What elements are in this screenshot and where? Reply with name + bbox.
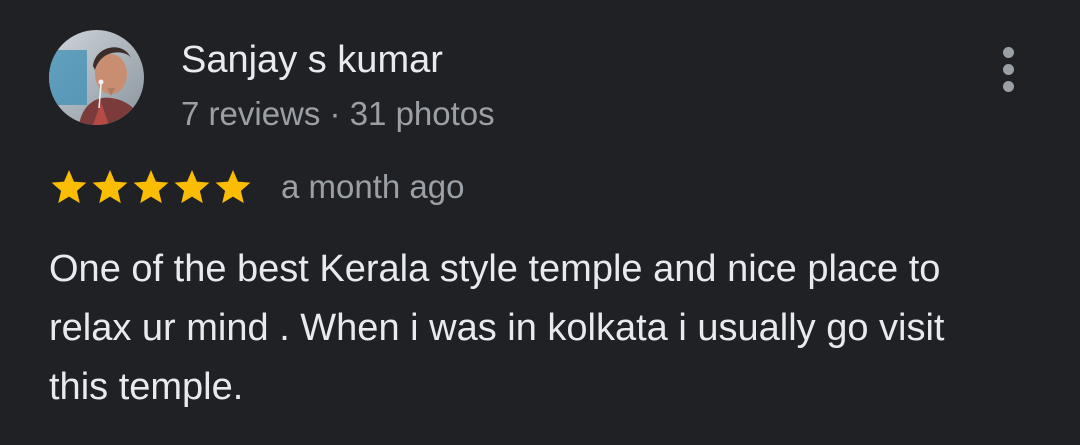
author-review-count[interactable]: 7 reviews · 31 photos bbox=[181, 94, 495, 134]
star-icon bbox=[131, 167, 171, 207]
stars-row bbox=[49, 167, 253, 207]
more-options-button[interactable] bbox=[985, 40, 1031, 98]
star-icon bbox=[172, 167, 212, 207]
star-rating: a month ago bbox=[49, 166, 464, 208]
star-icon bbox=[213, 167, 253, 207]
more-vert-icon-dot bbox=[1002, 80, 1014, 92]
review-date: a month ago bbox=[281, 168, 465, 205]
star-icon bbox=[49, 167, 89, 207]
review-text: One of the best Kerala style temple and … bbox=[49, 248, 945, 408]
author-avatar[interactable] bbox=[49, 30, 144, 125]
review-card: Sanjay s kumar 7 reviews · 31 photos a m… bbox=[0, 0, 1080, 445]
more-vert-icon bbox=[1002, 46, 1014, 58]
more-vert-icon-dot bbox=[1002, 63, 1014, 75]
avatar-photo-icon bbox=[49, 30, 144, 125]
author-name[interactable]: Sanjay s kumar bbox=[181, 38, 443, 82]
star-icon bbox=[90, 167, 130, 207]
